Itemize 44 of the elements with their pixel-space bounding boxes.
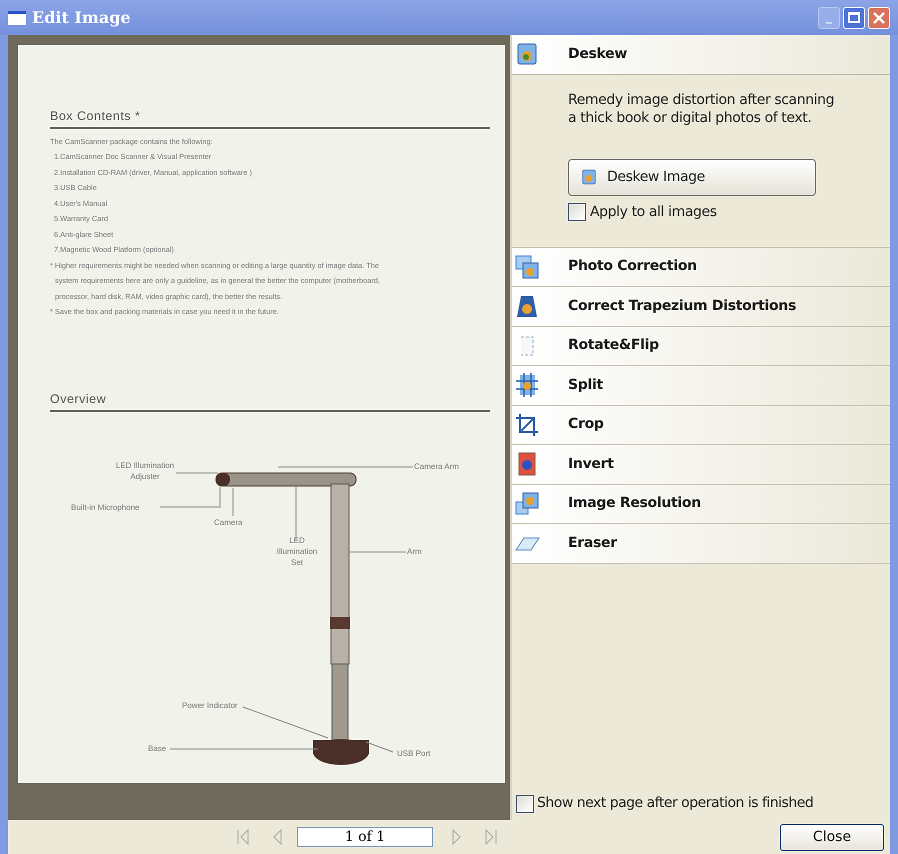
first-page-icon[interactable] (236, 828, 250, 846)
window-icon (8, 10, 26, 24)
diagram-label: USB Port (397, 748, 430, 759)
section-heading: Box Contents * (50, 107, 490, 129)
leader-line (366, 742, 394, 752)
tool-description: Remedy image distortion after scanning a thick book or digital photos of text. (568, 90, 836, 126)
section-heading: Overview (50, 390, 490, 412)
tool-header[interactable]: Photo Correction (512, 248, 890, 287)
deskew-image-button[interactable]: Deskew Image (568, 158, 816, 196)
tool-icon (514, 254, 540, 280)
diagram-label: Arm (407, 546, 422, 557)
diagram-label: Power Indicator (182, 700, 238, 711)
tool-header[interactable]: Invert (512, 445, 890, 484)
leader-line (176, 472, 218, 474)
minimize-button[interactable] (818, 6, 840, 28)
tool-icon (514, 372, 540, 398)
diagram-label: LED Illumination Adjuster (114, 460, 176, 482)
checkbox-label: Apply to all images (590, 202, 717, 222)
last-page-icon[interactable] (484, 828, 498, 846)
diagram-label: LED Illumination Set (276, 535, 318, 568)
tool-header[interactable]: Correct Trapezium Distortions (512, 287, 890, 326)
tool-icon (514, 293, 540, 320)
checkbox[interactable] (516, 794, 534, 812)
tool-icon (514, 490, 540, 517)
diagram-label: Camera (214, 517, 242, 528)
tool-header[interactable]: Image Resolution (512, 484, 890, 524)
leader-line (160, 486, 220, 508)
tool-icon (514, 412, 540, 438)
diagram-label: Base (148, 743, 166, 754)
diagram-label: Camera Arm (414, 461, 459, 472)
tool-header[interactable]: Eraser (512, 524, 890, 564)
close-icon[interactable] (868, 6, 890, 28)
diagram-label: Built-in Microphone (71, 502, 140, 513)
page-number-field[interactable]: 1 of 1 (297, 827, 433, 847)
tool-header[interactable]: Split (512, 366, 890, 406)
tool-header[interactable]: Crop (512, 406, 890, 445)
checkbox-label: Show next page after operation is finished (537, 794, 814, 813)
tool-header[interactable]: Rotate&Flip (512, 326, 890, 366)
window-title: Edit Image (32, 6, 131, 28)
maximize-button[interactable] (843, 6, 865, 28)
close-button[interactable]: Close (780, 824, 884, 850)
checkbox[interactable] (568, 203, 586, 221)
leader-line (232, 488, 234, 516)
tool-header[interactable]: Deskew (512, 35, 890, 74)
